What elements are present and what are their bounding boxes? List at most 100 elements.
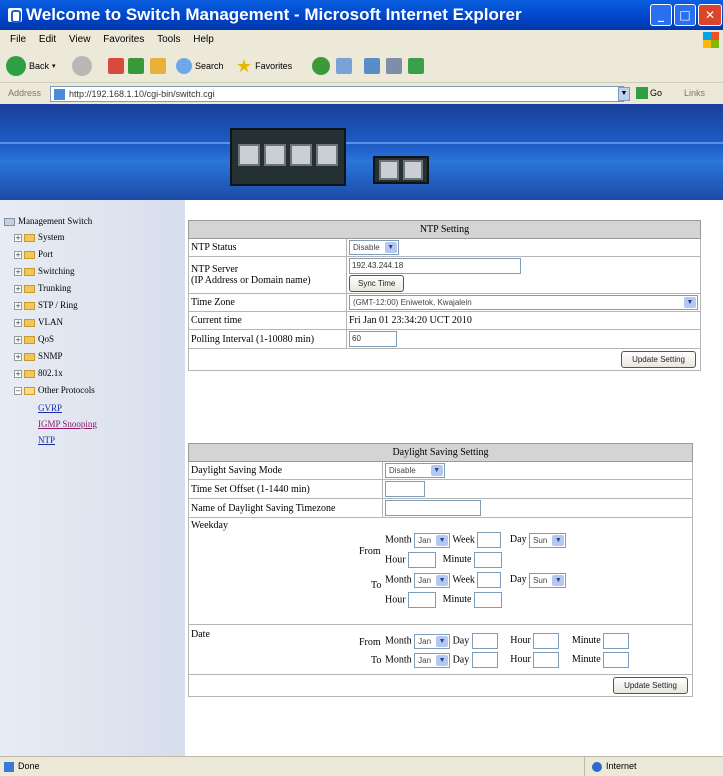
menu-view[interactable]: View bbox=[69, 30, 91, 50]
tree-item-trunking[interactable]: + Trunking bbox=[14, 281, 71, 295]
weekday-to-day-select[interactable]: Sun bbox=[529, 572, 567, 588]
ntp-status-select[interactable]: Disable bbox=[349, 240, 399, 255]
links-label[interactable]: Links bbox=[684, 88, 705, 98]
expand-icon[interactable]: + bbox=[14, 369, 22, 378]
tree-item-label: VLAN bbox=[38, 317, 63, 327]
mail-button[interactable] bbox=[364, 55, 380, 77]
weekday-to-hour-input[interactable] bbox=[408, 592, 437, 608]
from-day-label: Day bbox=[509, 534, 527, 546]
page-done-icon bbox=[4, 762, 14, 772]
date-from-month-label: Month bbox=[385, 635, 412, 647]
date-to-hour-input[interactable] bbox=[533, 652, 560, 668]
port-icon bbox=[264, 144, 286, 166]
expand-icon[interactable]: + bbox=[14, 284, 22, 293]
expand-icon[interactable]: + bbox=[14, 233, 22, 242]
menu-edit[interactable]: Edit bbox=[39, 30, 56, 50]
tree-item-port[interactable]: + Port bbox=[14, 247, 53, 261]
expand-icon[interactable]: + bbox=[14, 267, 22, 276]
address-label: Address bbox=[8, 88, 42, 98]
date-to-day-input[interactable] bbox=[471, 652, 498, 668]
date-from-hour-input[interactable] bbox=[533, 633, 560, 649]
messenger-button[interactable] bbox=[408, 55, 424, 77]
to-month-label: Month bbox=[385, 574, 412, 586]
minimize-button[interactable]: _ bbox=[650, 4, 672, 26]
status-divider bbox=[584, 757, 585, 776]
tree-item-vlan[interactable]: + VLAN bbox=[14, 315, 63, 329]
tree-leaf-igmp-snooping[interactable]: IGMP Snooping bbox=[38, 419, 97, 429]
weekday-from-day-select[interactable]: Sun bbox=[529, 532, 567, 548]
tree-root[interactable]: Management Switch bbox=[4, 214, 92, 228]
weekday-to-week-input[interactable] bbox=[477, 572, 502, 588]
date-to-minute-input[interactable] bbox=[603, 652, 630, 668]
tree-item-snmp[interactable]: + SNMP bbox=[14, 349, 63, 363]
folder-icon bbox=[24, 233, 35, 242]
dst-offset-input[interactable] bbox=[385, 481, 425, 497]
folder-icon bbox=[24, 352, 35, 361]
ie-icon bbox=[8, 8, 22, 23]
forward-button[interactable] bbox=[72, 55, 92, 77]
sync-time-button[interactable]: Sync Time bbox=[349, 275, 405, 292]
tree-item-stp-ring[interactable]: + STP / Ring bbox=[14, 298, 78, 312]
security-zone: Internet bbox=[606, 761, 637, 771]
tree-item-system[interactable]: + System bbox=[14, 230, 65, 244]
tree-item-other-protocols[interactable]: − Other Protocols bbox=[14, 383, 95, 397]
date-to-month-select[interactable]: Jan bbox=[414, 652, 451, 668]
collapse-icon[interactable]: − bbox=[14, 386, 22, 395]
tree-item-qos[interactable]: + QoS bbox=[14, 332, 54, 346]
refresh-button[interactable] bbox=[128, 55, 144, 77]
menu-tools[interactable]: Tools bbox=[157, 30, 180, 50]
print-button[interactable] bbox=[386, 55, 402, 77]
media-button[interactable] bbox=[312, 55, 330, 77]
search-button[interactable]: Search bbox=[176, 55, 224, 77]
port-icon bbox=[379, 160, 399, 180]
favorites-button[interactable]: ★ Favorites bbox=[236, 55, 292, 77]
close-button[interactable]: ✕ bbox=[698, 4, 722, 26]
dst-mode-select[interactable]: Disable bbox=[385, 463, 445, 478]
time-zone-select[interactable]: (GMT-12:00) Eniwetok, Kwajalein bbox=[349, 295, 698, 310]
menu-bar: File Edit View Favorites Tools Help bbox=[0, 30, 723, 50]
expand-icon[interactable]: + bbox=[14, 352, 22, 361]
expand-icon[interactable]: + bbox=[14, 335, 22, 344]
search-icon bbox=[176, 58, 192, 74]
address-input[interactable]: http://192.168.1.10/cgi-bin/switch.cgi bbox=[50, 86, 624, 102]
date-from-minute-input[interactable] bbox=[603, 633, 630, 649]
weekday-from-hour-input[interactable] bbox=[408, 552, 437, 568]
forward-arrow-icon bbox=[72, 56, 92, 76]
back-button[interactable]: Back ▾ bbox=[6, 55, 56, 77]
expand-icon[interactable]: + bbox=[14, 318, 22, 327]
dst-mode-value: Disable bbox=[389, 466, 416, 475]
address-dropdown-icon[interactable]: ▼ bbox=[618, 87, 630, 101]
ntp-server-input[interactable]: 192.43.244.18 bbox=[349, 258, 521, 274]
date-from-month-select[interactable]: Jan bbox=[414, 633, 451, 649]
month-value: Jan bbox=[418, 535, 432, 545]
tree-item-switching[interactable]: + Switching bbox=[14, 264, 75, 278]
star-icon: ★ bbox=[236, 55, 253, 77]
expand-icon[interactable]: + bbox=[14, 301, 22, 310]
dst-update-button[interactable]: Update Setting bbox=[613, 677, 688, 694]
windows-logo-icon bbox=[703, 32, 719, 48]
ntp-update-button[interactable]: Update Setting bbox=[621, 351, 696, 368]
history-button[interactable] bbox=[336, 55, 352, 77]
home-button[interactable] bbox=[150, 55, 166, 77]
tree-leaf-ntp[interactable]: NTP bbox=[38, 435, 55, 445]
dst-timezone-name-input[interactable] bbox=[385, 500, 481, 516]
stop-button[interactable] bbox=[108, 55, 124, 77]
weekday-from-month-select[interactable]: Jan bbox=[414, 532, 451, 548]
weekday-from-week-input[interactable] bbox=[477, 532, 502, 548]
menu-help[interactable]: Help bbox=[193, 30, 214, 50]
expand-icon[interactable]: + bbox=[14, 250, 22, 259]
menu-file[interactable]: File bbox=[10, 30, 26, 50]
globe-icon bbox=[592, 762, 602, 772]
weekday-to-month-select[interactable]: Jan bbox=[414, 572, 451, 588]
switch-image bbox=[230, 128, 346, 186]
go-button[interactable]: Go bbox=[636, 87, 662, 99]
weekday-to-minute-input[interactable] bbox=[473, 592, 502, 608]
menu-favorites[interactable]: Favorites bbox=[103, 30, 144, 50]
maximize-button[interactable]: □ bbox=[674, 4, 696, 26]
date-from-day-input[interactable] bbox=[471, 633, 498, 649]
tree-leaf-gvrp[interactable]: GVRP bbox=[38, 403, 62, 413]
tree-item-8021x[interactable]: +802.1x bbox=[14, 366, 63, 380]
weekday-from-minute-input[interactable] bbox=[473, 552, 502, 568]
polling-interval-input[interactable]: 60 bbox=[349, 331, 397, 347]
date-to-day-label: Day bbox=[452, 654, 470, 666]
